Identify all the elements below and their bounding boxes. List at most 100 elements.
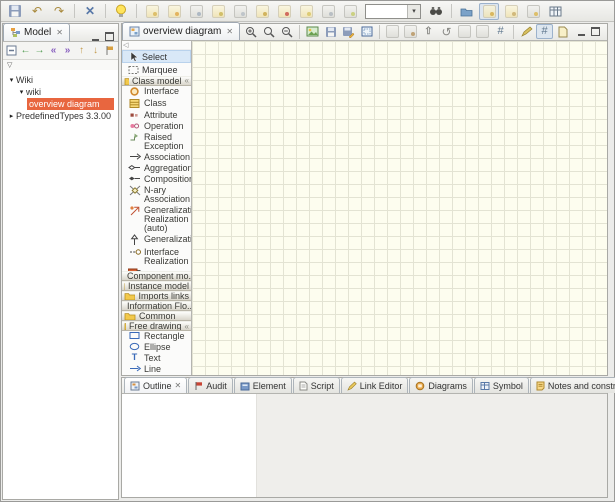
combo-dropdown-icon[interactable]: ▾ [407, 5, 420, 18]
tab-script[interactable]: Script [293, 377, 340, 393]
model-action-3-button[interactable] [186, 3, 206, 20]
close-icon[interactable]: ✕ [56, 28, 63, 37]
collapse-all-button[interactable] [5, 43, 18, 58]
table-view-button[interactable] [545, 3, 565, 20]
tree-row-wiki-project[interactable]: ▾ Wiki [3, 74, 118, 86]
diagram-canvas[interactable] [192, 41, 607, 375]
tree-row-overview-diagram[interactable]: overview diagram [3, 98, 118, 110]
save-diagram-button[interactable] [322, 24, 339, 39]
navigate-back-button[interactable]: ← [19, 43, 32, 58]
pin-drawer-icon[interactable]: « [185, 76, 189, 85]
palette-item-generalization-realization-auto[interactable]: Generalizatio... Realization (auto) [122, 205, 191, 234]
tree-row-predefined-types[interactable]: ▸ PredefinedTypes 3.3.00 [3, 110, 118, 122]
search-combo[interactable]: ▾ [365, 4, 421, 19]
model-action-10-button[interactable] [340, 3, 360, 20]
palette-item-nary-association[interactable]: N-ary Association [122, 185, 191, 205]
show-grid-button[interactable]: # [492, 24, 509, 39]
rotate-button[interactable]: ↺ [438, 24, 455, 39]
palette-collapse-button[interactable]: ◁ [122, 41, 191, 50]
minimize-editor-button[interactable] [576, 27, 587, 36]
pen-button[interactable] [518, 24, 535, 39]
model-action-9-button[interactable] [318, 3, 338, 20]
palette-item-composition[interactable]: Composition [122, 174, 191, 185]
palette-item-aggregation[interactable]: Aggregation [122, 163, 191, 174]
model-action-8-button[interactable] [296, 3, 316, 20]
palette-section-information-flows[interactable]: Information Flo... [122, 301, 191, 311]
zoom-in-button[interactable] [242, 24, 259, 39]
palette-item-rectangle[interactable]: Rectangle [122, 331, 191, 342]
undo-button[interactable]: ↶ [27, 3, 47, 20]
send-backward-button[interactable] [384, 24, 401, 39]
save-as-button[interactable] [340, 24, 357, 39]
tab-audit[interactable]: Audit [188, 377, 233, 393]
palette-section-class-model[interactable]: Class model « [122, 76, 191, 86]
palette-item-line[interactable]: Line [122, 364, 191, 375]
navigate-forward-button[interactable]: → [33, 43, 46, 58]
maximize-view-button[interactable] [105, 32, 114, 41]
bring-forward-button[interactable] [402, 24, 419, 39]
move-up-button[interactable]: ↑ [75, 43, 88, 58]
view-option-2-button[interactable] [523, 3, 543, 20]
palette-item-generalization[interactable]: Generalization [122, 234, 191, 247]
pin-drawer-icon[interactable]: « [185, 322, 189, 331]
move-down-button[interactable]: ↓ [89, 43, 102, 58]
palette-item-raised-exception[interactable]: Raised Exception [122, 132, 191, 152]
zoom-original-button[interactable] [260, 24, 277, 39]
palette-item-class[interactable]: Class [122, 98, 191, 110]
tab-notes-and-constraints[interactable]: Notes and constraints [530, 377, 615, 393]
palette-tool-marquee[interactable]: Marquee [122, 63, 191, 76]
hint-button[interactable] [111, 3, 131, 20]
layout-toggle-button[interactable] [479, 3, 499, 20]
distribute-v-button[interactable] [474, 24, 491, 39]
tab-outline[interactable]: Outline ✕ [124, 377, 187, 393]
expand-arrow-icon[interactable]: ▾ [17, 88, 26, 96]
palette-item-attribute[interactable]: Attribute [122, 110, 191, 121]
distribute-h-button[interactable] [456, 24, 473, 39]
palette-item-text[interactable]: T Text [122, 353, 191, 364]
palette-item-interface-realization[interactable]: Interface Realization [122, 247, 191, 267]
palette-section-common[interactable]: Common [122, 311, 191, 321]
export-image-button[interactable] [304, 24, 321, 39]
maximize-editor-button[interactable] [591, 27, 600, 36]
tab-symbol[interactable]: Symbol [474, 377, 529, 393]
open-folder-button[interactable] [457, 3, 477, 20]
tab-link-editor[interactable]: Link Editor [341, 377, 409, 393]
next-related-button[interactable]: » [61, 43, 74, 58]
close-icon[interactable]: ✕ [226, 27, 233, 36]
palette-tool-select[interactable]: Select [122, 50, 191, 63]
palette-section-component-model[interactable]: Component mo... [122, 271, 191, 281]
save-button[interactable] [5, 3, 25, 20]
tab-diagrams[interactable]: Diagrams [409, 377, 473, 393]
model-view-tab[interactable]: Model ✕ [3, 23, 70, 41]
zoom-out-button[interactable] [278, 24, 295, 39]
model-action-5-button[interactable] [230, 3, 250, 20]
fit-to-window-button[interactable] [358, 24, 375, 39]
tree-row-wiki-package[interactable]: ▾ wiki [3, 86, 118, 98]
palette-section-imports-links[interactable]: Imports links [122, 291, 191, 301]
view-option-1-button[interactable] [501, 3, 521, 20]
redo-button[interactable]: ↷ [49, 3, 69, 20]
model-action-4-button[interactable] [208, 3, 228, 20]
tab-element[interactable]: Element [234, 377, 292, 393]
palette-item-association[interactable]: Association [122, 152, 191, 163]
palette-item-interface[interactable]: Interface [122, 86, 191, 98]
page-mode-button[interactable] [554, 24, 571, 39]
previous-related-button[interactable]: « [47, 43, 60, 58]
model-action-6-button[interactable] [252, 3, 272, 20]
model-view-menu[interactable]: ▽ [3, 60, 118, 70]
palette-section-free-drawing[interactable]: Free drawing « [122, 321, 191, 331]
model-action-1-button[interactable] [142, 3, 162, 20]
editor-tab-overview-diagram[interactable]: overview diagram ✕ [122, 22, 240, 40]
minimize-view-button[interactable] [90, 32, 101, 41]
expand-arrow-icon[interactable]: ▾ [7, 76, 16, 84]
align-top-button[interactable]: ⇧ [420, 24, 437, 39]
search-button[interactable] [426, 3, 446, 20]
model-action-7-button[interactable] [274, 3, 294, 20]
outline-canvas[interactable] [122, 394, 257, 497]
palette-item-operation[interactable]: Operation [122, 121, 191, 132]
palette-section-instance-model[interactable]: Instance model [122, 281, 191, 291]
model-action-2-button[interactable] [164, 3, 184, 20]
close-icon[interactable]: ✕ [175, 381, 182, 390]
collapse-arrow-icon[interactable]: ▸ [7, 112, 16, 120]
flag-button[interactable] [103, 43, 116, 58]
